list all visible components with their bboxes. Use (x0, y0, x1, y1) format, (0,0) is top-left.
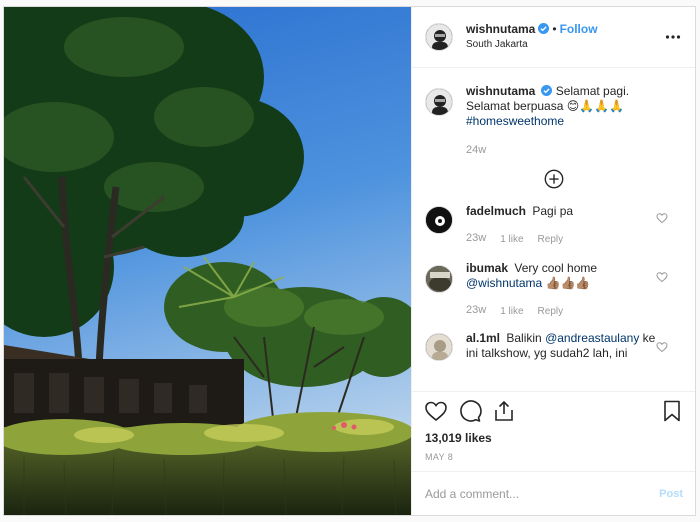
post-dialog: wishnutama • Follow South Jakarta wishnuta… (3, 6, 696, 516)
comment-likes[interactable]: 1 like (500, 303, 523, 319)
share-icon[interactable] (492, 399, 516, 423)
comment-like-icon[interactable] (656, 271, 668, 283)
comment-mention[interactable]: @wishnutama (466, 276, 542, 290)
garden-photo-image (4, 7, 411, 515)
comment-item: al.1ml Balikin @andreastaulany ke ini ta… (425, 331, 683, 361)
comment-text: Pagi pa (532, 204, 574, 218)
post-sidebar: wishnutama • Follow South Jakarta wishnuta… (411, 7, 695, 515)
post-photo[interactable] (4, 7, 411, 515)
comment-time[interactable]: 23w (466, 231, 486, 247)
comment-time[interactable]: 23w (466, 303, 486, 319)
commenter-avatar[interactable] (425, 206, 453, 234)
comment-text: Balikin (506, 331, 542, 345)
comment-username[interactable]: al.1ml (466, 331, 500, 345)
author-info: wishnutama • Follow South Jakarta (466, 22, 598, 52)
reply-button[interactable]: Reply (538, 303, 564, 319)
author-avatar[interactable] (425, 23, 453, 51)
post-location[interactable]: South Jakarta (466, 37, 598, 52)
caption: wishnutama Selamat pagi. Selamat berpuas… (425, 84, 683, 158)
comment-like-icon[interactable] (656, 212, 668, 224)
comment-mention[interactable]: @andreastaulany (545, 331, 639, 345)
post-header: wishnutama • Follow South Jakarta (412, 7, 695, 68)
verified-badge-icon (541, 85, 553, 96)
author-username[interactable]: wishnutama (466, 22, 535, 36)
caption-hashtag[interactable]: #homesweethome (466, 114, 564, 128)
comment-username[interactable]: fadelmuch (466, 204, 526, 218)
post-date[interactable]: MAY 8 (412, 447, 695, 471)
comment-item: ibumak Very cool home @wishnutama 👍🏽👍🏽👍🏽… (425, 261, 683, 319)
follow-button[interactable]: Follow (560, 22, 598, 36)
comment-item: fadelmuch Pagi pa 23w 1 like Reply (425, 202, 683, 247)
comments-list[interactable]: wishnutama Selamat pagi. Selamat berpuas… (412, 68, 695, 391)
comment-text: Very cool home (514, 261, 598, 275)
plus-circle-icon[interactable] (543, 168, 565, 190)
commenter-avatar[interactable] (425, 333, 453, 361)
action-bar (412, 391, 695, 429)
comment-username[interactable]: ibumak (466, 261, 508, 275)
comment-likes[interactable]: 1 like (500, 231, 523, 247)
caption-body: wishnutama Selamat pagi. Selamat berpuas… (466, 84, 666, 158)
comment-body: al.1ml Balikin @andreastaulany ke ini ta… (466, 331, 666, 361)
load-more[interactable] (425, 168, 683, 190)
post-comment-button[interactable]: Post (659, 488, 683, 500)
commenter-avatar[interactable] (425, 265, 453, 293)
verified-badge-icon (538, 23, 550, 34)
comment-emoji: 👍🏽👍🏽👍🏽 (542, 276, 591, 290)
comment-input[interactable] (425, 486, 660, 501)
heart-icon[interactable] (424, 399, 448, 423)
caption-time[interactable]: 24w (466, 143, 486, 158)
comment-composer: Post (412, 471, 695, 515)
comment-body: fadelmuch Pagi pa 23w 1 like Reply (466, 202, 666, 247)
comment-body: ibumak Very cool home @wishnutama 👍🏽👍🏽👍🏽… (466, 261, 666, 319)
more-options-icon[interactable] (665, 29, 681, 45)
likes-count[interactable]: 13,019 likes (412, 429, 695, 447)
caption-username[interactable]: wishnutama (466, 84, 535, 98)
separator-dot: • (552, 22, 557, 36)
comment-like-icon[interactable] (656, 341, 668, 353)
bookmark-icon[interactable] (660, 399, 684, 423)
author-avatar[interactable] (425, 88, 453, 116)
reply-button[interactable]: Reply (538, 231, 564, 247)
comment-bubble-icon[interactable] (458, 399, 482, 423)
